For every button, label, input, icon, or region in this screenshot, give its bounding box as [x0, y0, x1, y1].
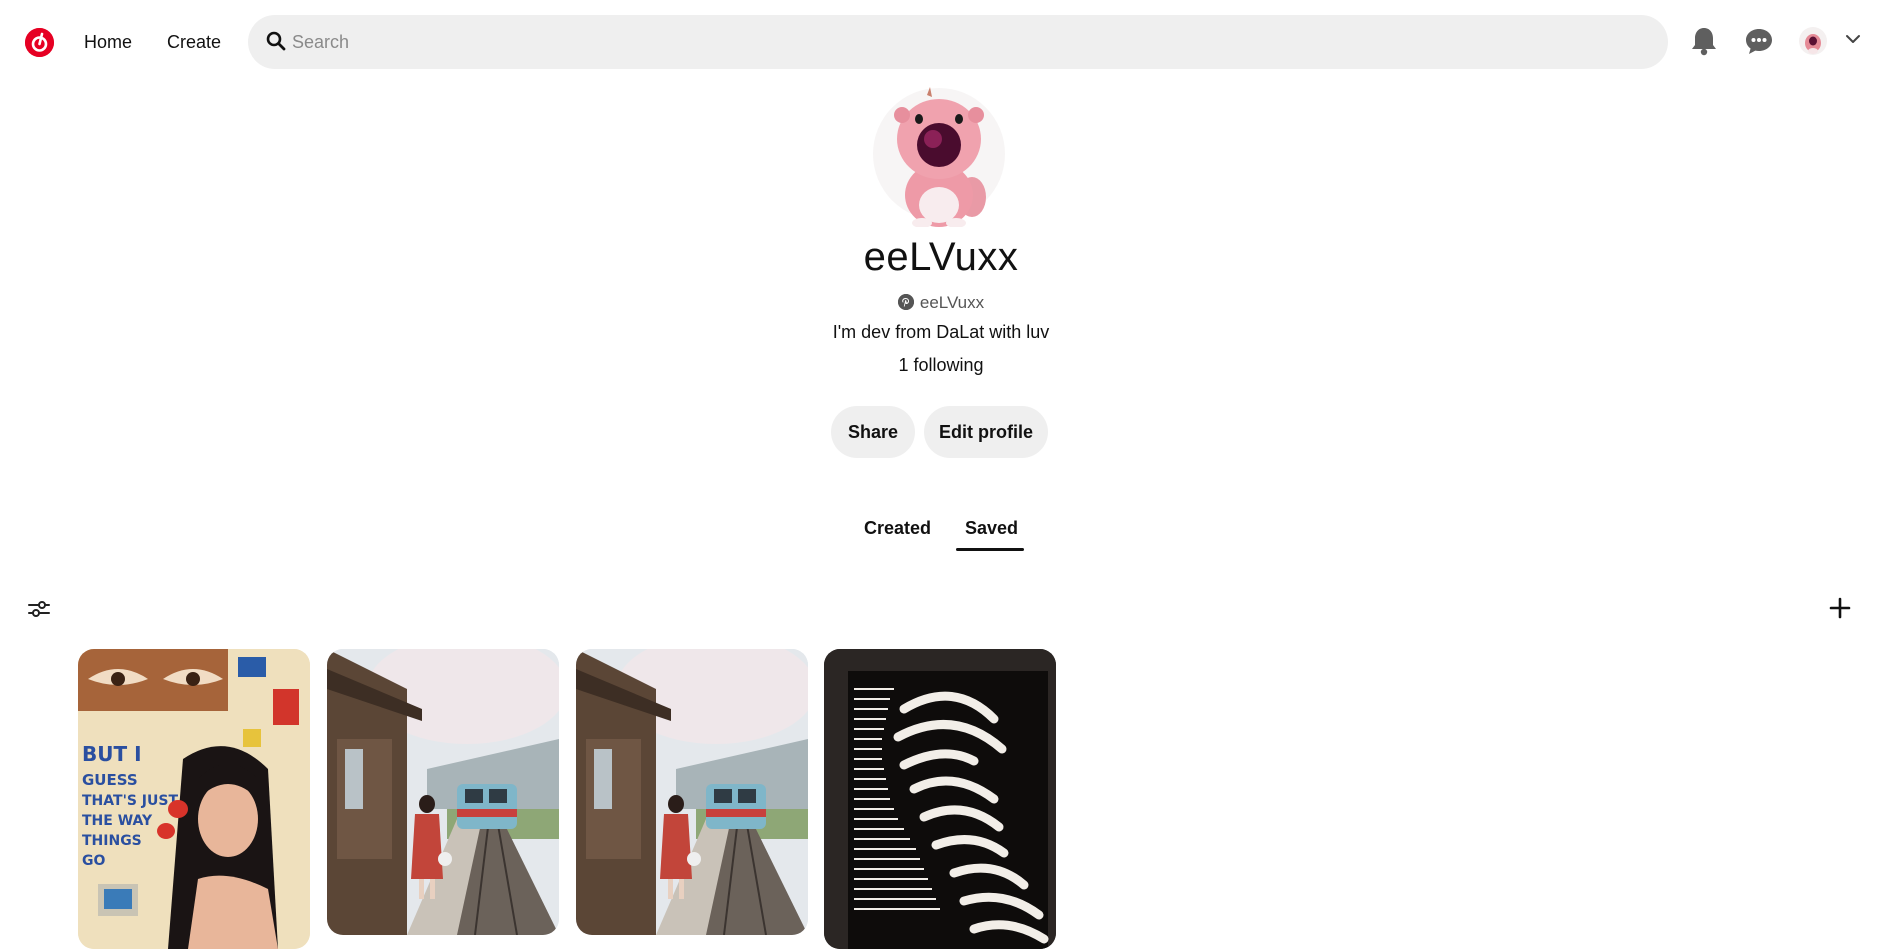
svg-text:THAT'S JUST: THAT'S JUST — [82, 793, 178, 809]
share-button[interactable]: Share — [831, 406, 915, 458]
search-icon — [266, 31, 286, 56]
profile-username-row: eeLVuxx — [0, 293, 1882, 313]
tab-created[interactable]: Created — [864, 515, 931, 541]
svg-text:GUESS: GUESS — [82, 771, 138, 789]
profile-display-name: eeLVuxx — [863, 235, 1019, 279]
chevron-down-icon[interactable] — [1845, 32, 1861, 50]
user-avatar[interactable] — [1799, 27, 1827, 55]
pin-card-train-station-2[interactable] — [576, 649, 808, 935]
top-header: Home Create — [0, 0, 1882, 82]
pin-card-striped-portrait[interactable] — [824, 649, 1056, 949]
svg-text:THE WAY: THE WAY — [82, 813, 153, 829]
search-input[interactable] — [292, 15, 1632, 69]
plus-icon[interactable] — [1829, 597, 1851, 624]
pin-card-train-station-1[interactable] — [327, 649, 559, 935]
svg-text:THINGS: THINGS — [82, 833, 142, 849]
filter-icon[interactable] — [27, 598, 51, 625]
chat-icon[interactable] — [1744, 26, 1774, 61]
svg-text:GO: GO — [82, 853, 105, 869]
bell-icon[interactable] — [1690, 26, 1718, 61]
pin-card-collage[interactable]: BUT I GUESS THAT'S JUST THE WAY THINGS G… — [78, 649, 310, 949]
pinterest-badge-icon — [897, 294, 914, 310]
tab-saved[interactable]: Saved — [965, 515, 1018, 541]
profile-avatar — [872, 87, 1006, 228]
profile-username: eeLVuxx — [919, 293, 985, 312]
nav-create-link[interactable]: Create — [167, 30, 221, 54]
profile-bio: I'm dev from DaLat with luv — [832, 322, 1050, 342]
svg-text:BUT I: BUT I — [82, 742, 142, 766]
following-count[interactable]: 1 following — [0, 355, 1882, 376]
active-tab-indicator — [956, 548, 1024, 551]
logo-icon[interactable] — [25, 28, 54, 57]
edit-profile-button[interactable]: Edit profile — [924, 406, 1048, 458]
search-bar[interactable] — [248, 15, 1668, 69]
nav-home-link[interactable]: Home — [84, 30, 132, 54]
